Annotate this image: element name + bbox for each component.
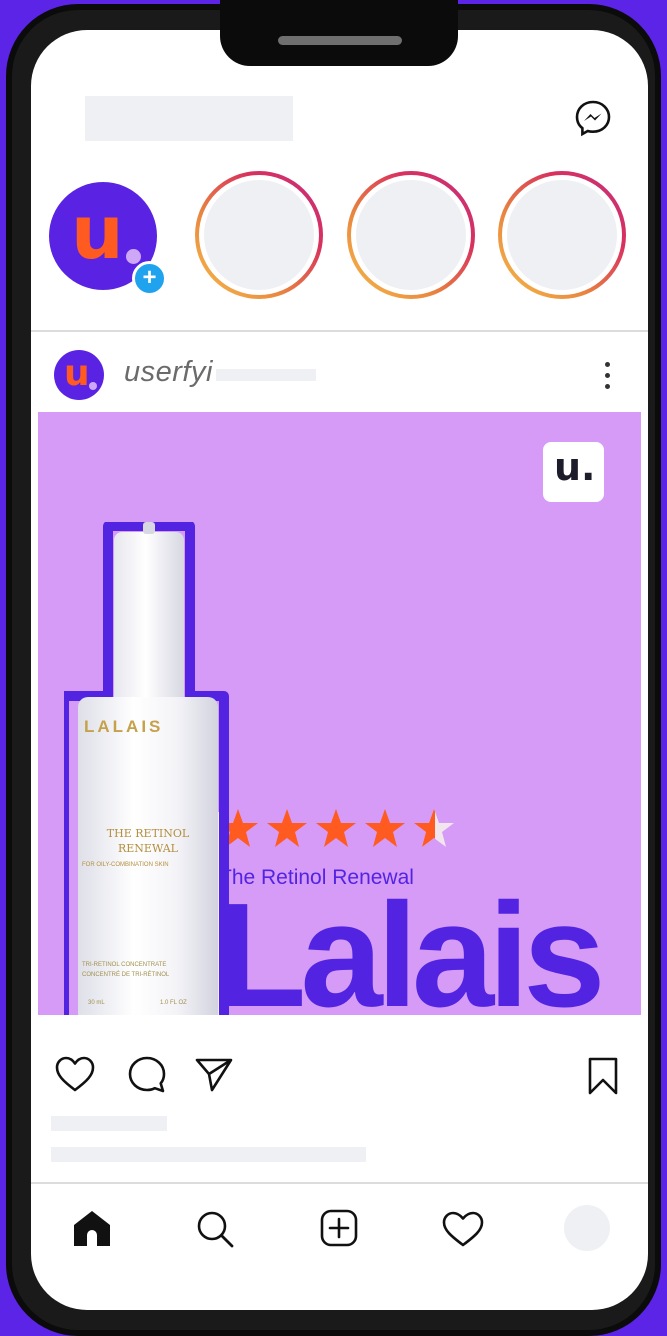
story-item[interactable]	[347, 171, 475, 299]
bottle-pump	[114, 532, 184, 702]
star-half-icon	[414, 809, 435, 847]
bottom-nav-divider	[31, 1182, 648, 1184]
bookmark-icon[interactable]	[586, 1056, 620, 1096]
star-icon	[267, 809, 307, 847]
story-item[interactable]	[498, 171, 626, 299]
phone-speaker	[278, 36, 402, 45]
add-story-badge[interactable]: +	[132, 261, 167, 296]
story-item[interactable]	[195, 171, 323, 299]
caption-placeholder	[51, 1147, 366, 1162]
stories-divider	[31, 330, 648, 332]
more-vertical-icon[interactable]	[600, 362, 614, 392]
bottle-concentrate-en: TRI-RETINOL CONCENTRATE	[82, 962, 167, 968]
bottle-concentrate-fr: CONCENTRÉ DE TRI-RÉTINOL	[82, 972, 170, 978]
heart-icon[interactable]	[55, 1055, 95, 1095]
post-author-avatar[interactable]: u	[54, 350, 104, 400]
activity-heart-icon[interactable]	[442, 1210, 484, 1248]
star-icon	[365, 809, 405, 847]
bottle-volume-ml: 30 mL	[88, 1000, 105, 1006]
bottle-product-name: THE RETINOL RENEWAL	[106, 827, 190, 855]
brand-logo-tile: u.	[543, 442, 604, 502]
phone-notch	[220, 0, 458, 66]
product-bottle: LALAIS THE RETINOL RENEWAL FOR OILY-COMB…	[64, 522, 244, 1015]
home-icon[interactable]	[72, 1208, 112, 1248]
logo-dot	[89, 382, 97, 390]
product-line-title: The Retinol Renewal	[219, 866, 414, 889]
share-icon[interactable]	[194, 1056, 234, 1096]
messenger-icon[interactable]	[574, 99, 612, 137]
rating-stars	[218, 809, 454, 847]
app-title-placeholder	[85, 96, 293, 141]
profile-avatar[interactable]	[564, 1205, 610, 1251]
bottle-subtitle: FOR OILY-COMBINATION SKIN	[82, 862, 169, 868]
bottle-volume-oz: 1.0 FL OZ	[160, 1000, 187, 1006]
comment-icon[interactable]	[127, 1055, 167, 1095]
logo-dot	[126, 249, 141, 264]
logo-u: u	[71, 190, 124, 276]
search-icon[interactable]	[196, 1210, 234, 1248]
add-post-icon[interactable]	[320, 1209, 358, 1247]
bottle-brand: LALAIS	[84, 717, 164, 736]
big-brand-text: Lalais	[216, 873, 606, 1016]
post-username[interactable]: userfyi	[124, 356, 213, 389]
logo-u: u	[64, 353, 90, 394]
pump-tip	[143, 522, 155, 534]
post-image[interactable]: u. Lalais The Retinol Renewal LALAIS THE…	[38, 412, 641, 1015]
likes-placeholder	[51, 1116, 167, 1131]
star-icon	[316, 809, 356, 847]
username-placeholder	[216, 369, 316, 381]
